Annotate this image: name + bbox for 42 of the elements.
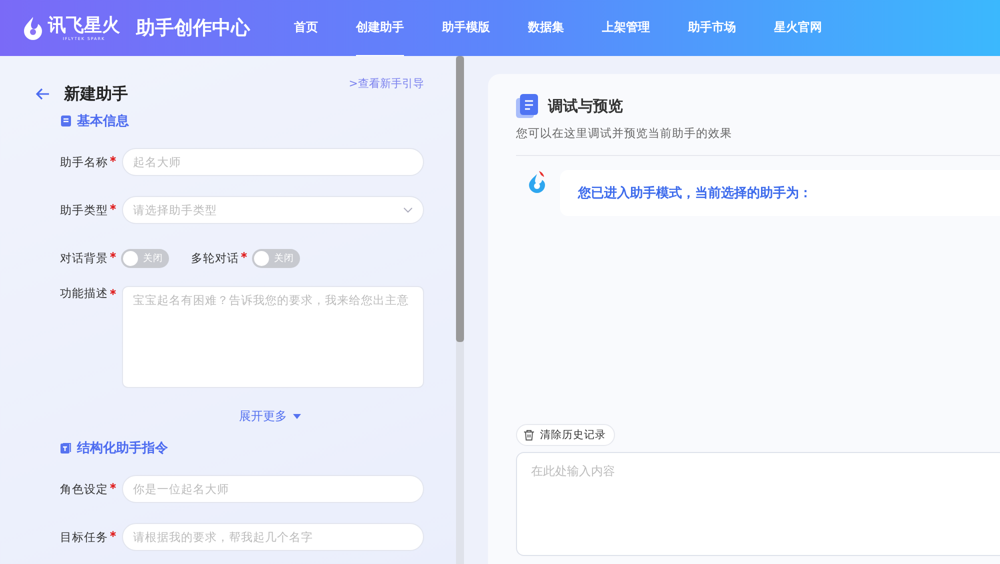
nav-tab[interactable]: 助手模版: [442, 0, 490, 56]
chevron-down-icon: [403, 207, 413, 213]
scrollbar-thumb[interactable]: [456, 56, 464, 342]
field-label: 助手名称: [60, 154, 108, 170]
section-title: 基本信息: [77, 113, 129, 130]
form-title: 新建助手: [64, 84, 128, 104]
preview-title: 调试与预览: [548, 96, 623, 116]
select-field[interactable]: 请选择助手类型: [122, 196, 424, 224]
field-label: 助手类型: [60, 202, 108, 218]
logo-text: 讯飞星火: [48, 16, 120, 36]
input-field[interactable]: 你是一位起名大师: [122, 475, 424, 503]
nav-tab[interactable]: 数据集: [528, 0, 564, 56]
preview-subtitle: 您可以在这里调试并预览当前助手的效果: [516, 126, 733, 141]
input-field[interactable]: 请根据我的要求，帮我起几个名字: [122, 523, 424, 551]
chat-input-field[interactable]: 在此处输入内容: [516, 452, 1000, 556]
field-label: 对话背景: [60, 250, 108, 266]
nav-tab[interactable]: 助手市场: [688, 0, 736, 56]
flame-avatar-icon: [526, 170, 548, 194]
guide-link[interactable]: >查看新手引导: [348, 76, 424, 91]
flame-logo-icon: [22, 16, 44, 40]
clear-history-button[interactable]: 清除历史记录: [516, 424, 615, 446]
app-title: 助手创作中心: [136, 16, 250, 41]
input-field[interactable]: 起名大师: [122, 148, 424, 176]
toggle-switch[interactable]: 关闭: [121, 248, 169, 268]
field-label: 目标任务: [60, 530, 108, 544]
document-icon: [516, 94, 538, 118]
nav-tab[interactable]: 星火官网: [774, 0, 822, 56]
caret-down-icon: [293, 414, 301, 419]
text-box-icon: [60, 442, 72, 454]
section-title: 结构化助手指令: [77, 440, 168, 457]
message-text: 您已进入助手模式，当前选择的助手为：: [578, 186, 812, 201]
toggle-switch[interactable]: 关闭: [252, 248, 300, 268]
back-arrow-icon[interactable]: [36, 88, 50, 100]
textarea-field[interactable]: 宝宝起名有困难？告诉我您的要求，我来给您出主意: [122, 286, 424, 388]
field-label: 多轮对话: [191, 250, 239, 266]
expand-more-link[interactable]: 展开更多: [239, 408, 287, 425]
document-icon: [60, 115, 72, 127]
field-label: 角色设定: [60, 482, 108, 496]
nav-tab[interactable]: 首页: [294, 0, 318, 56]
trash-icon: [523, 429, 535, 441]
field-label: 功能描述: [60, 286, 108, 301]
nav-tab[interactable]: 上架管理: [602, 0, 650, 56]
